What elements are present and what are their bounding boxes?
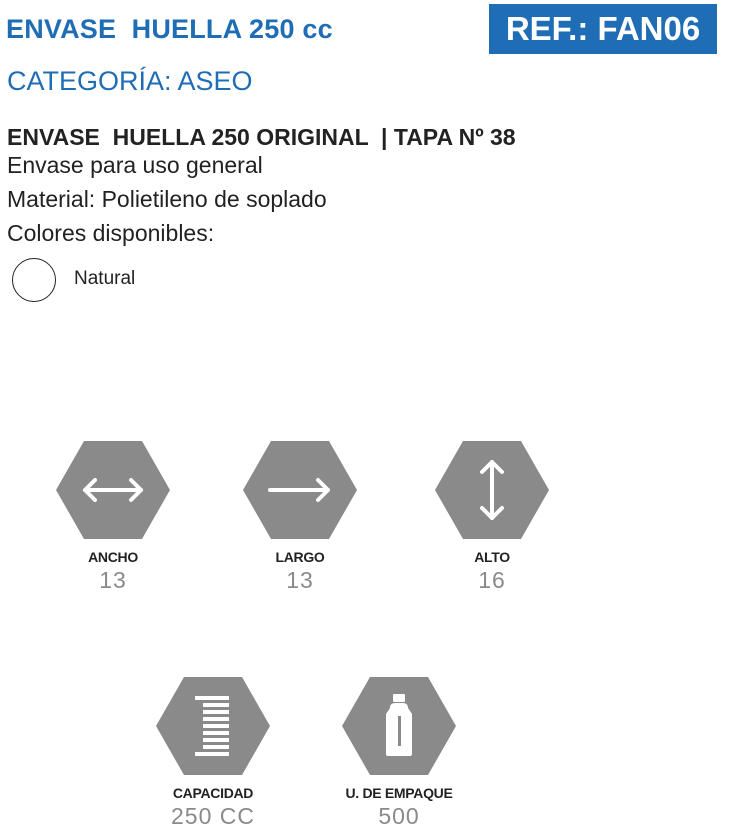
spec-value-ancho: 13 [99, 567, 127, 593]
spec-label-empaque: U. DE EMPAQUE [345, 785, 453, 801]
product-title: ENVASE HUELLA 250 cc [6, 14, 333, 44]
bottle-icon [342, 677, 456, 775]
color-name-natural: Natural [74, 268, 136, 289]
category-label: CATEGORÍA: ASEO [7, 66, 253, 96]
vertical-double-arrow-icon [435, 441, 549, 539]
right-arrow-icon [243, 441, 357, 539]
spec-label-ancho: ANCHO [88, 549, 138, 565]
description-line: Envase para uso general [7, 152, 263, 178]
colors-heading: Colores disponibles: [7, 220, 215, 246]
material-line: Material: Polietileno de soplado [7, 186, 327, 212]
spec-capacidad: CAPACIDAD 250 CC [143, 676, 283, 830]
spec-value-alto: 16 [478, 567, 506, 593]
spec-label-alto: ALTO [474, 549, 510, 565]
spec-empaque: U. DE EMPAQUE 500 [329, 676, 469, 830]
spec-value-capacidad: 250 CC [171, 803, 255, 829]
capacity-stack-icon [156, 677, 270, 775]
spec-value-empaque: 500 [378, 803, 420, 829]
spec-alto: ALTO 16 [422, 440, 562, 594]
horizontal-double-arrow-icon [56, 441, 170, 539]
color-swatch-natural [12, 258, 56, 302]
spec-label-capacidad: CAPACIDAD [172, 785, 254, 801]
spec-value-largo: 13 [286, 567, 314, 593]
spec-largo: LARGO 13 [230, 440, 370, 594]
spec-ancho: ANCHO 13 [43, 440, 183, 594]
product-name: ENVASE HUELLA 250 ORIGINAL | TAPA Nº 38 [7, 124, 516, 150]
reference-badge: REF.: FAN06 [489, 4, 717, 54]
spec-label-largo: LARGO [275, 549, 325, 565]
